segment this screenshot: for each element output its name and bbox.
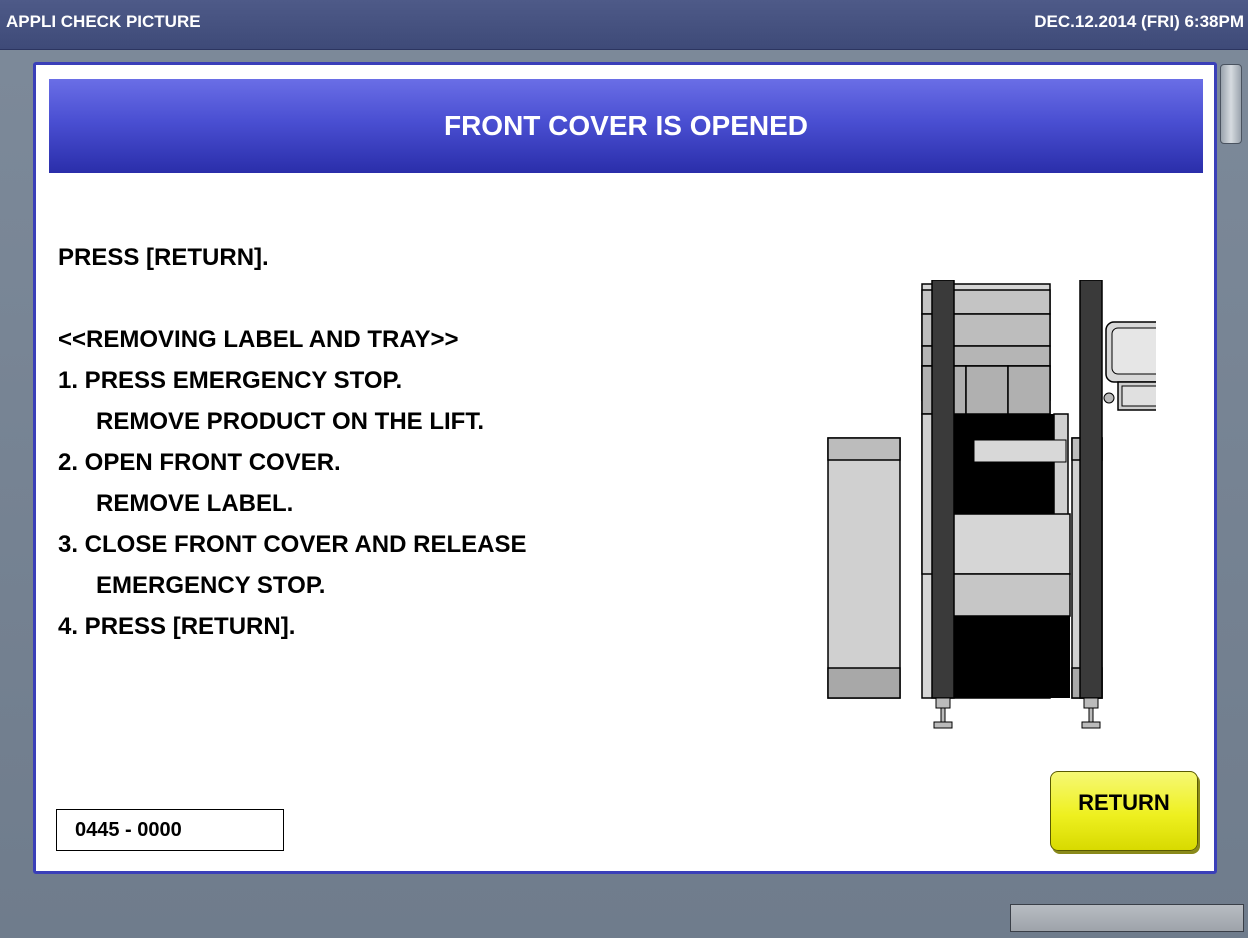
instruction-line: 2. OPEN FRONT COVER. [58,449,341,476]
instructions: PRESS [RETURN]. <<REMOVING LABEL AND TRA… [58,237,527,647]
error-dialog: FRONT COVER IS OPENED PRESS [RETURN]. <<… [33,62,1217,874]
instruction-line: PRESS [RETURN]. [58,244,269,271]
instruction-line: 1. PRESS EMERGENCY STOP. [58,367,403,394]
date-time: DEC.12.2014 (FRI) 6:38PM [1034,12,1244,31]
scrollbar-thumb[interactable] [1220,64,1242,144]
machine-illustration [826,279,1175,745]
dialog-title: FRONT COVER IS OPENED [49,79,1203,173]
instruction-line: <<REMOVING LABEL AND TRAY>> [58,326,459,353]
status-indicator [1010,904,1244,932]
instruction-line: 3. CLOSE FRONT COVER AND RELEASE [58,531,527,558]
instruction-line: REMOVE LABEL. [96,490,294,517]
labeler-machine-icon [827,279,1175,729]
instruction-line: EMERGENCY STOP. [96,572,326,599]
instruction-line: REMOVE PRODUCT ON THE LIFT. [96,408,485,435]
return-button[interactable]: RETURN [1050,771,1198,851]
title-bar: APPLI CHECK PICTURE DEC.12.2014 (FRI) 6:… [0,0,1248,50]
error-code: 0445 - 0000 [56,809,284,851]
instruction-line: 4. PRESS [RETURN]. [58,613,296,640]
app-title: APPLI CHECK PICTURE [6,12,201,31]
